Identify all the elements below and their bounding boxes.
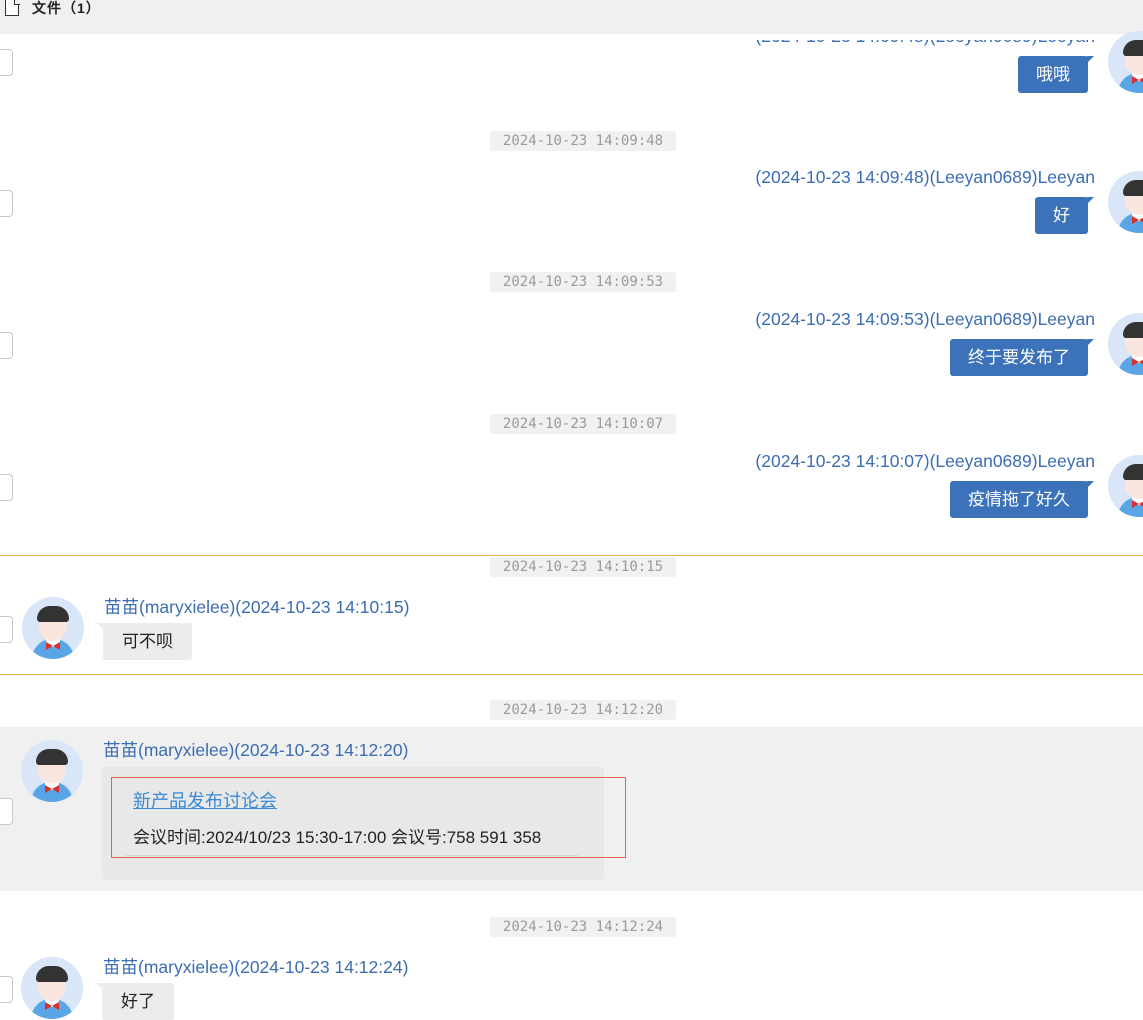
message-sender: (2024-10-23 14:09:48)(Leeyan0689)Leeyan [755, 167, 1095, 187]
message-sender: (2024-10-23 14:09:53)(Leeyan0689)Leeyan [755, 309, 1095, 329]
message-timestamp: 2024-10-23 14:12:24 [490, 917, 676, 937]
files-tab-label[interactable]: 文件（1） [32, 0, 101, 18]
message-select-checkbox[interactable] [0, 976, 13, 1003]
message-select-checkbox[interactable] [0, 474, 13, 501]
user-avatar[interactable] [21, 740, 83, 802]
message-timestamp: 2024-10-23 14:10:07 [490, 414, 676, 434]
user-avatar[interactable] [22, 597, 84, 659]
user-avatar[interactable] [21, 957, 83, 1019]
message-bubble[interactable]: 好了 [96, 983, 174, 1020]
message-select-checkbox[interactable] [0, 332, 13, 359]
user-avatar[interactable] [1108, 313, 1143, 375]
message-timestamp: 2024-10-23 14:09:53 [490, 272, 676, 292]
message-timestamp: 2024-10-23 14:10:15 [490, 557, 676, 577]
message-select-checkbox[interactable] [0, 798, 13, 825]
message-bubble[interactable]: 好 [1035, 197, 1094, 234]
file-icon [5, 0, 20, 16]
message-timestamp: 2024-10-23 14:09:48 [490, 131, 676, 151]
message-sender: 苗苗(maryxielee)(2024-10-23 14:12:20) [103, 740, 409, 760]
message-sender: 苗苗(maryxielee)(2024-10-23 14:10:15) [104, 597, 410, 617]
new-message-divider [0, 674, 1143, 675]
message-bubble[interactable]: 终于要发布了 [950, 339, 1094, 376]
message-sender: 苗苗(maryxielee)(2024-10-23 14:12:24) [103, 957, 409, 977]
message-bubble[interactable]: 疫情拖了好久 [950, 481, 1094, 518]
files-toolbar: 文件（1） [0, 0, 1143, 34]
message-select-checkbox[interactable] [0, 49, 13, 76]
message-timestamp: 2024-10-23 14:12:20 [490, 700, 676, 720]
user-avatar[interactable] [1108, 171, 1143, 233]
message-sender: (2024-10-23 14:10:07)(Leeyan0689)Leeyan [755, 451, 1095, 471]
user-avatar[interactable] [1108, 31, 1143, 93]
message-bubble[interactable]: 可不呗 [97, 623, 192, 660]
new-message-divider [0, 555, 1143, 556]
message-select-checkbox[interactable] [0, 616, 13, 643]
highlight-box [111, 777, 626, 858]
user-avatar[interactable] [1108, 455, 1143, 517]
message-select-checkbox[interactable] [0, 190, 13, 217]
message-bubble[interactable]: 哦哦 [1018, 56, 1094, 93]
